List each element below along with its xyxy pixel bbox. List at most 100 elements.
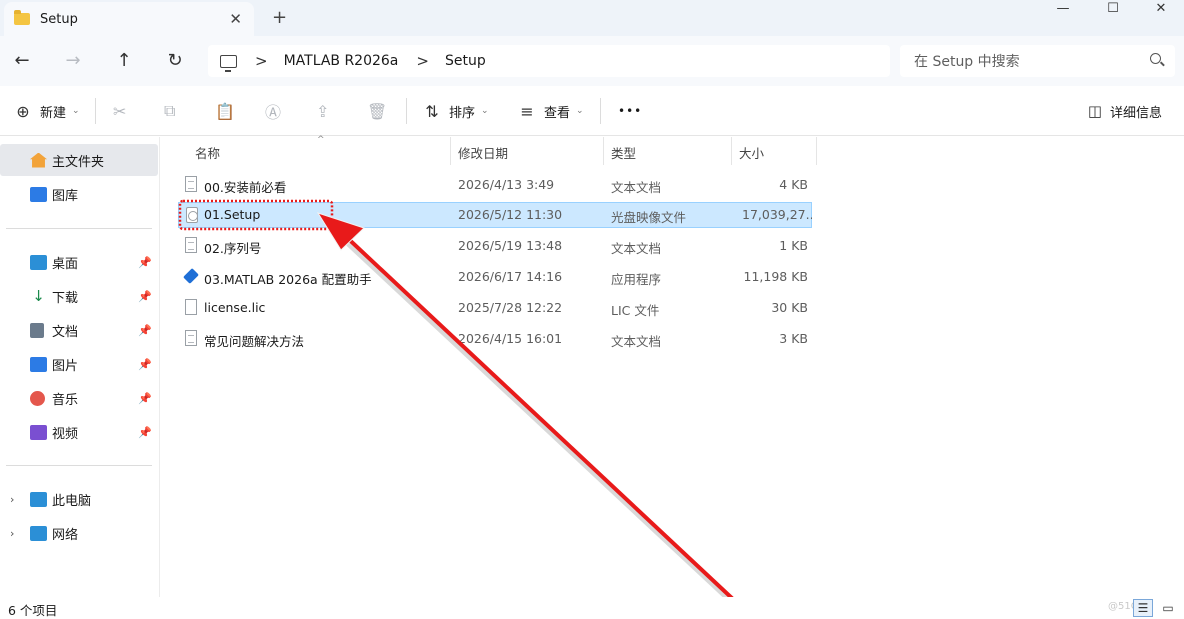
application-icon bbox=[183, 268, 199, 284]
tiles-view-button[interactable]: ▭ bbox=[1158, 599, 1178, 617]
more-options-button[interactable]: ••• bbox=[618, 100, 642, 122]
close-tab-button[interactable]: ✕ bbox=[229, 10, 242, 28]
column-header-name[interactable]: 名称 bbox=[195, 143, 220, 167]
up-button[interactable]: ↑ bbox=[112, 49, 136, 73]
table-row-selected[interactable]: 01.Setup 2026/5/12 11:30 光盘映像文件 17,039,2… bbox=[178, 202, 812, 228]
column-header-size[interactable]: 大小 bbox=[739, 143, 764, 167]
file-type: 文本文档 bbox=[611, 334, 662, 349]
table-row[interactable]: 常见问题解决方法 2026/4/15 16:01 文本文档 3 KB bbox=[178, 326, 812, 352]
text-file-icon bbox=[185, 176, 197, 192]
table-row[interactable]: 00.安装前必看 2026/4/13 3:49 文本文档 4 KB bbox=[178, 172, 812, 198]
details-view-button[interactable]: ☰ bbox=[1133, 599, 1153, 617]
file-size: 17,039,27... bbox=[742, 207, 812, 222]
file-size: 11,198 KB bbox=[743, 269, 808, 284]
sidebar-item-label: 主文件夹 bbox=[52, 154, 105, 170]
column-header-modified[interactable]: 修改日期 bbox=[458, 143, 508, 167]
column-divider[interactable] bbox=[731, 137, 732, 165]
sidebar-item-pictures[interactable]: 图片 📌 bbox=[0, 348, 158, 380]
column-divider[interactable] bbox=[816, 137, 817, 165]
search-input[interactable]: 在 Setup 中搜索 bbox=[900, 45, 1175, 77]
file-type: 应用程序 bbox=[611, 272, 662, 287]
view-button[interactable]: ≡ 查看 ⌄ bbox=[516, 100, 583, 122]
sidebar-item-documents[interactable]: 文档 📌 bbox=[0, 314, 158, 346]
copy-icon[interactable]: ⧉ bbox=[164, 100, 186, 122]
pin-icon[interactable]: 📌 bbox=[138, 290, 152, 303]
cut-icon[interactable]: ✂ bbox=[113, 100, 135, 122]
file-name: 00.安装前必看 bbox=[204, 180, 287, 195]
sidebar-item-network[interactable]: › 网络 bbox=[0, 517, 158, 549]
desktop-icon bbox=[30, 254, 47, 270]
column-divider[interactable] bbox=[603, 137, 604, 165]
network-icon bbox=[30, 525, 47, 541]
table-row[interactable]: 02.序列号 2026/5/19 13:48 文本文档 1 KB bbox=[178, 233, 812, 259]
sidebar-item-videos[interactable]: 视频 📌 bbox=[0, 416, 158, 448]
tab-setup[interactable]: Setup ✕ bbox=[4, 2, 254, 36]
details-pane-icon: ◫ bbox=[1087, 102, 1103, 120]
address-bar[interactable]: > MATLAB R2026a > Setup bbox=[208, 45, 890, 77]
maximize-button[interactable]: ☐ bbox=[1090, 0, 1136, 20]
minimize-button[interactable]: — bbox=[1040, 0, 1086, 20]
back-button[interactable]: ← bbox=[10, 49, 34, 73]
file-icon bbox=[185, 299, 197, 315]
pictures-icon bbox=[30, 356, 47, 372]
file-size: 4 KB bbox=[779, 177, 808, 192]
chevron-down-icon: ⌄ bbox=[72, 106, 80, 116]
rename-icon[interactable]: Ⓐ bbox=[265, 100, 287, 122]
pin-icon[interactable]: 📌 bbox=[138, 426, 152, 439]
pin-icon[interactable]: 📌 bbox=[138, 256, 152, 269]
sidebar-divider bbox=[6, 465, 152, 466]
file-size: 3 KB bbox=[779, 331, 808, 346]
sidebar-item-label: 网络 bbox=[52, 527, 79, 543]
pin-icon[interactable]: 📌 bbox=[138, 392, 152, 405]
sidebar-item-label: 图库 bbox=[52, 188, 79, 204]
pin-icon[interactable]: 📌 bbox=[138, 324, 152, 337]
sidebar-item-music[interactable]: 音乐 📌 bbox=[0, 382, 158, 414]
sidebar-item-label: 此电脑 bbox=[52, 493, 92, 509]
sidebar-item-label: 文档 bbox=[52, 324, 79, 340]
text-file-icon bbox=[185, 237, 197, 253]
disc-image-icon bbox=[186, 207, 198, 223]
pin-icon[interactable]: 📌 bbox=[138, 358, 152, 371]
new-button[interactable]: ⊕ 新建 ⌄ bbox=[12, 100, 80, 122]
file-list: ^ 名称 修改日期 类型 大小 00.安装前必看 2026/4/13 3:49 … bbox=[161, 135, 1184, 597]
table-row[interactable]: 03.MATLAB 2026a 配置助手 2026/6/17 14:16 应用程… bbox=[178, 264, 812, 290]
file-type: 光盘映像文件 bbox=[611, 210, 687, 225]
share-icon[interactable]: ⇪ bbox=[316, 100, 338, 122]
search-icon bbox=[1150, 53, 1161, 64]
sidebar-divider bbox=[6, 228, 152, 229]
file-size: 30 KB bbox=[771, 300, 808, 315]
new-tab-button[interactable]: + bbox=[272, 7, 287, 28]
close-window-button[interactable]: ✕ bbox=[1138, 0, 1184, 20]
delete-icon[interactable]: 🗑 bbox=[367, 100, 389, 122]
column-divider[interactable] bbox=[450, 137, 451, 165]
sort-button[interactable]: ⇅ 排序 ⌄ bbox=[421, 100, 489, 122]
breadcrumb-setup[interactable]: Setup bbox=[445, 53, 486, 69]
chevron-right-icon[interactable]: › bbox=[10, 527, 14, 540]
toolbar-divider bbox=[95, 98, 96, 124]
paste-icon[interactable]: 📋 bbox=[215, 100, 237, 122]
file-modified: 2026/4/13 3:49 bbox=[458, 177, 555, 192]
refresh-button[interactable]: ↻ bbox=[163, 49, 187, 73]
chevron-down-icon: ⌄ bbox=[481, 106, 489, 116]
sort-label: 排序 bbox=[449, 105, 476, 121]
sidebar-item-gallery[interactable]: 图库 bbox=[0, 178, 158, 210]
sidebar-item-home[interactable]: 主文件夹 bbox=[0, 144, 158, 176]
file-type: 文本文档 bbox=[611, 241, 662, 256]
forward-button[interactable]: → bbox=[61, 49, 85, 73]
sidebar-item-downloads[interactable]: ↓ 下载 📌 bbox=[0, 280, 158, 312]
file-name: 02.序列号 bbox=[204, 241, 262, 256]
table-row[interactable]: license.lic 2025/7/28 12:22 LIC 文件 30 KB bbox=[178, 295, 812, 321]
column-header-type[interactable]: 类型 bbox=[611, 143, 636, 167]
breadcrumb-matlab[interactable]: MATLAB R2026a bbox=[284, 53, 399, 69]
command-bar: ⊕ 新建 ⌄ ✂ ⧉ 📋 Ⓐ ⇪ 🗑 ⇅ 排序 ⌄ ≡ 查看 ⌄ ••• ◫ 详… bbox=[0, 86, 1184, 136]
search-placeholder: 在 Setup 中搜索 bbox=[914, 54, 1020, 70]
details-label: 详细信息 bbox=[1110, 105, 1163, 121]
file-name: 常见问题解决方法 bbox=[204, 334, 305, 349]
details-pane-button[interactable]: ◫ 详细信息 bbox=[1086, 100, 1162, 122]
file-modified: 2026/5/19 13:48 bbox=[458, 238, 563, 253]
sidebar-item-desktop[interactable]: 桌面 📌 bbox=[0, 246, 158, 278]
item-count: 6 个项目 bbox=[8, 603, 58, 618]
sidebar-item-this-pc[interactable]: › 此电脑 bbox=[0, 483, 158, 515]
gallery-icon bbox=[30, 186, 47, 202]
chevron-right-icon[interactable]: › bbox=[10, 493, 14, 506]
